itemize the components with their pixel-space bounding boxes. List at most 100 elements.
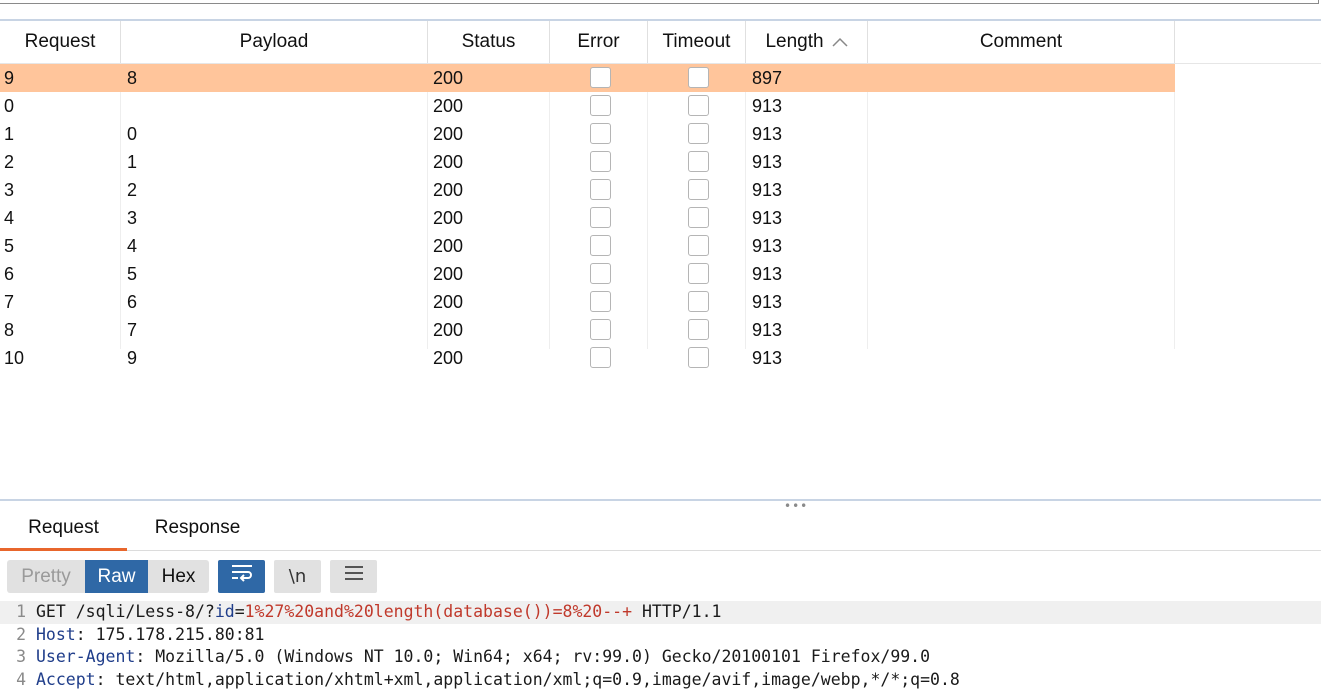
table-row[interactable]: 2 1 200 913 — [0, 148, 1175, 176]
error-checkbox[interactable] — [590, 123, 611, 144]
request-editor[interactable]: 1 GET /sqli/Less-8/?id=1%27%20and%20lengt… — [0, 601, 1321, 692]
column-label: Payload — [239, 31, 309, 52]
error-checkbox[interactable] — [590, 319, 611, 340]
error-checkbox[interactable] — [590, 291, 611, 312]
editor-line: 2 Host: 175.178.215.80:81 — [0, 624, 1321, 647]
tab-response[interactable]: Response — [135, 508, 260, 548]
table-row[interactable]: 9 8 200 897 — [0, 64, 1175, 92]
token-plain: GET /sqli/Less-8/? — [36, 602, 215, 621]
column-header-error[interactable]: Error — [550, 21, 648, 63]
timeout-checkbox[interactable] — [688, 347, 709, 368]
editor-line: 4 Accept: text/html,application/xhtml+xml… — [0, 669, 1321, 692]
table-row[interactable]: 8 7 200 913 — [0, 316, 1175, 344]
cell-status: 200 — [433, 320, 464, 340]
error-checkbox[interactable] — [590, 263, 611, 284]
timeout-checkbox[interactable] — [688, 151, 709, 172]
error-checkbox[interactable] — [590, 151, 611, 172]
column-header-request[interactable]: Request — [0, 21, 121, 63]
column-header-timeout[interactable]: Timeout — [648, 21, 746, 63]
token-param-value: 1%27%20and%20length(database())=8%20--+ — [244, 602, 633, 621]
sort-ascending-icon — [832, 21, 848, 63]
cell-status: 200 — [433, 264, 464, 284]
raw-button[interactable]: Raw — [85, 560, 148, 593]
table-row[interactable]: 3 2 200 913 — [0, 176, 1175, 204]
table-row[interactable]: 5 4 200 913 — [0, 232, 1175, 260]
cell-request: 4 — [4, 208, 15, 228]
line-text: User-Agent: Mozilla/5.0 (Windows NT 10.0… — [36, 646, 930, 669]
cell-status: 200 — [433, 236, 464, 256]
cell-payload: 7 — [127, 320, 138, 340]
token-plain: = — [234, 602, 245, 621]
token-plain: : Mozilla/5.0 (Windows NT 10.0; Win64; x… — [135, 647, 931, 666]
timeout-checkbox[interactable] — [688, 235, 709, 256]
table-header: Request Payload Status Error Timeout Len… — [0, 21, 1321, 64]
line-text: GET /sqli/Less-8/?id=1%27%20and%20length… — [36, 601, 721, 624]
column-label: Comment — [979, 31, 1063, 52]
pretty-button[interactable]: Pretty — [7, 560, 85, 593]
error-checkbox[interactable] — [590, 207, 611, 228]
timeout-checkbox[interactable] — [688, 319, 709, 340]
cell-status: 200 — [433, 96, 464, 116]
column-label: Request — [24, 31, 96, 52]
line-number: 4 — [16, 669, 26, 689]
token-header-name: Accept — [36, 669, 96, 689]
cell-length: 913 — [752, 152, 783, 172]
editor-line: 3 User-Agent: Mozilla/5.0 (Windows NT 10.… — [0, 646, 1321, 669]
timeout-checkbox[interactable] — [688, 95, 709, 116]
cell-request: 7 — [4, 292, 15, 312]
pane-splitter[interactable] — [0, 499, 1321, 501]
column-label: Timeout — [662, 31, 731, 52]
error-checkbox[interactable] — [590, 347, 611, 368]
timeout-checkbox[interactable] — [688, 291, 709, 312]
column-header-comment[interactable]: Comment — [868, 21, 1175, 63]
error-checkbox[interactable] — [590, 95, 611, 116]
line-number: 1 — [16, 602, 26, 621]
error-checkbox[interactable] — [590, 179, 611, 200]
cell-length: 913 — [752, 96, 783, 116]
timeout-checkbox[interactable] — [688, 207, 709, 228]
cell-length: 913 — [752, 320, 783, 340]
cell-length: 913 — [752, 292, 783, 312]
word-wrap-toggle[interactable] — [218, 560, 265, 593]
column-header-length[interactable]: Length — [746, 21, 868, 63]
token-header-name: User-Agent — [36, 647, 136, 666]
tab-label: Request — [28, 517, 99, 538]
cell-payload: 6 — [127, 292, 138, 312]
token-plain: : text/html,application/xhtml+xml,applic… — [95, 669, 960, 689]
table-row[interactable]: 4 3 200 913 — [0, 204, 1175, 232]
detail-tabs: Request Response — [0, 508, 1321, 551]
cell-request: 0 — [4, 96, 15, 116]
table-row[interactable]: 0 200 913 — [0, 92, 1175, 120]
cell-status: 200 — [433, 68, 464, 88]
line-text: Accept: text/html,application/xhtml+xml,… — [36, 669, 960, 692]
column-header-payload[interactable]: Payload — [121, 21, 428, 63]
tab-request[interactable]: Request — [0, 508, 127, 551]
top-panel-edge — [0, 0, 1321, 19]
cell-request: 2 — [4, 152, 15, 172]
cell-status: 200 — [433, 292, 464, 312]
timeout-checkbox[interactable] — [688, 123, 709, 144]
cell-request: 3 — [4, 180, 15, 200]
timeout-checkbox[interactable] — [688, 67, 709, 88]
error-checkbox[interactable] — [590, 235, 611, 256]
cell-length: 897 — [752, 68, 783, 88]
timeout-checkbox[interactable] — [688, 263, 709, 284]
cell-payload: 4 — [127, 236, 138, 256]
tab-label: Response — [154, 517, 241, 538]
cell-length: 913 — [752, 180, 783, 200]
show-newlines-toggle[interactable]: \n — [274, 560, 321, 593]
timeout-checkbox[interactable] — [688, 179, 709, 200]
table-row[interactable]: 7 6 200 913 — [0, 288, 1175, 316]
results-table: Request Payload Status Error Timeout Len… — [0, 21, 1321, 499]
table-row[interactable]: 10 9 200 913 — [0, 344, 1175, 372]
table-row[interactable]: 6 5 200 913 — [0, 260, 1175, 288]
line-number: 2 — [16, 624, 26, 644]
error-checkbox[interactable] — [590, 67, 611, 88]
hex-button[interactable]: Hex — [148, 560, 209, 593]
column-label: Error — [577, 31, 620, 52]
table-row[interactable]: 1 0 200 913 — [0, 120, 1175, 148]
options-menu-button[interactable] — [330, 560, 377, 593]
cell-payload: 8 — [127, 68, 138, 88]
cell-payload: 9 — [127, 348, 138, 368]
column-header-status[interactable]: Status — [428, 21, 550, 63]
